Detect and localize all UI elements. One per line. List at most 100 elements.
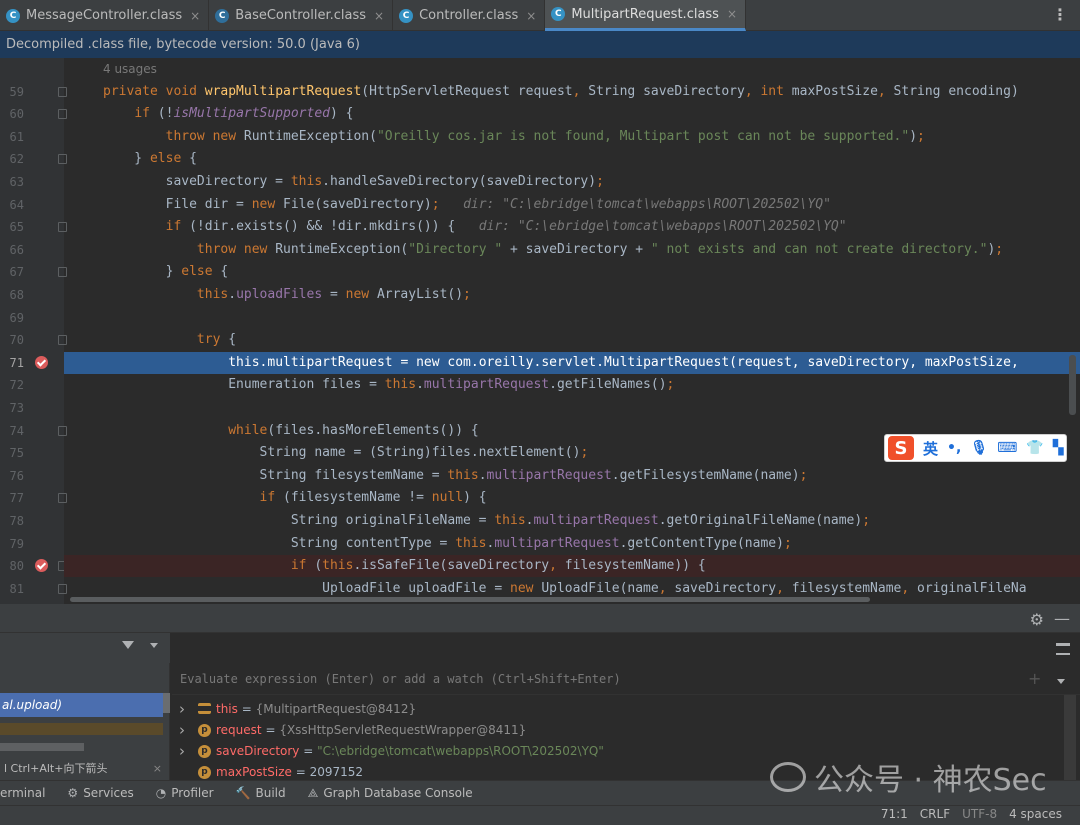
evaluate-expression-input[interactable]: Evaluate expression (Enter) or add a wat…	[172, 663, 1080, 695]
gutter-line[interactable]: 71	[0, 352, 64, 374]
chevron-down-icon[interactable]	[150, 643, 158, 648]
add-watch-icon[interactable]: +	[1028, 669, 1041, 688]
line-number: 79	[9, 536, 24, 551]
close-icon[interactable]: ×	[374, 9, 384, 23]
code-line[interactable]: File dir = new File(saveDirectory); dir:…	[64, 194, 1080, 216]
toolwindow-erminal[interactable]: erminal	[0, 786, 45, 800]
gutter-line[interactable]: 74	[0, 420, 67, 442]
editor-horizontal-scrollbar[interactable]	[70, 597, 870, 602]
line-number: 69	[9, 310, 24, 325]
gutter-line[interactable]: 80	[0, 555, 67, 577]
code-line[interactable]: throw new RuntimeException("Oreilly cos.…	[64, 126, 1080, 148]
close-icon[interactable]: ×	[190, 9, 200, 23]
code-editor[interactable]: 59 60 61 62 63 64 65 66 67 68 69 70 71 72 73 74 75 76 77 78…	[0, 58, 1080, 604]
frame-row[interactable]	[0, 723, 163, 735]
indent-setting[interactable]: 4 spaces	[1009, 807, 1062, 821]
tab-basecontroller-class[interactable]: C BaseController.class ×	[209, 0, 394, 31]
gutter-line[interactable]: 62	[0, 148, 67, 170]
gutter-line[interactable]: 77	[0, 487, 67, 509]
code-line[interactable]: throw new RuntimeException("Directory " …	[64, 239, 1080, 261]
code-line[interactable]: this.uploadFiles = new ArrayList();	[64, 284, 1080, 306]
gutter-line[interactable]: 63	[0, 171, 64, 193]
chevron-right-icon[interactable]: ›	[179, 720, 185, 741]
gear-icon[interactable]: ⚙	[1030, 610, 1044, 629]
close-icon[interactable]: ×	[153, 759, 162, 779]
code-line[interactable]: Enumeration files = this.multipartReques…	[64, 374, 1080, 396]
variable-value: "C:\ebridge\tomcat\webapps\ROOT\202502\Y…	[317, 744, 604, 758]
toolwindow-services[interactable]: ⚙ Services	[67, 786, 133, 800]
caret-position[interactable]: 71:1	[881, 807, 908, 821]
breakpoint-icon[interactable]	[35, 355, 48, 369]
code-line[interactable]: String contentType = this.multipartReque…	[64, 533, 1080, 555]
toolbox-icon[interactable]: ▚	[1053, 440, 1064, 456]
microphone-icon[interactable]: 🎙	[970, 440, 988, 456]
close-icon[interactable]: ×	[727, 7, 737, 21]
code-line[interactable]: if (this.isSafeFile(saveDirectory, files…	[64, 555, 1080, 578]
ime-language-toggle[interactable]: 英	[923, 438, 938, 459]
file-encoding[interactable]: UTF-8	[962, 807, 997, 821]
frames-list[interactable]: al.upload) l Ctrl+Alt+向下箭头 ×	[0, 663, 170, 780]
code-line[interactable]: try {	[64, 329, 1080, 351]
code-line[interactable]: private void wrapMultipartRequest(HttpSe…	[64, 81, 1080, 103]
skin-icon[interactable]: 👕	[1026, 440, 1043, 456]
editor-gutter[interactable]: 59 60 61 62 63 64 65 66 67 68 69 70 71 72 73 74 75 76 77 78…	[0, 58, 67, 604]
minimize-icon[interactable]: —	[1054, 609, 1070, 628]
code-line[interactable]: String originalFileName = this.multipart…	[64, 510, 1080, 532]
gutter-line[interactable]: 67	[0, 261, 67, 283]
filter-icon[interactable]	[122, 641, 134, 649]
variables-scrollbar[interactable]	[1064, 695, 1076, 780]
code-line[interactable]: } else {	[64, 261, 1080, 283]
close-icon[interactable]: ×	[526, 9, 536, 23]
tab-more-menu-icon[interactable]: ⋮	[1052, 6, 1068, 24]
code-line[interactable]: String filesystemName = this.multipartRe…	[64, 465, 1080, 487]
toolwindow-graph-database-console[interactable]: ⟁ Graph Database Console	[308, 786, 473, 801]
toolwindow-label: Build	[255, 786, 286, 800]
gutter-line[interactable]: 68	[0, 284, 64, 306]
chevron-right-icon[interactable]: ›	[179, 741, 185, 762]
variable-value: 2097152	[309, 765, 364, 779]
line-separator[interactable]: CRLF	[920, 807, 950, 821]
gutter-line[interactable]: 64	[0, 194, 64, 216]
usages-hint[interactable]: 4 usages	[64, 58, 1080, 80]
code-line[interactable]: this.multipartRequest = new com.oreilly.…	[64, 351, 1080, 374]
code-line[interactable]: if (!dir.exists() && !dir.mkdirs()) { di…	[64, 216, 1080, 238]
gutter-line[interactable]: 76	[0, 465, 64, 487]
frame-row[interactable]	[0, 743, 84, 751]
tab-messagecontroller-class[interactable]: C MessageController.class ×	[0, 0, 210, 31]
code-line[interactable]	[64, 307, 1080, 329]
keyboard-icon[interactable]: ⌨	[997, 440, 1017, 456]
gutter-line[interactable]: 72	[0, 374, 64, 396]
gutter-line[interactable]: 73	[0, 397, 64, 419]
gutter-line[interactable]: 81	[0, 578, 67, 600]
chevron-down-icon[interactable]	[1057, 679, 1065, 684]
gutter-line[interactable]: 59	[0, 81, 67, 103]
frames-scrollbar[interactable]	[163, 693, 170, 713]
code-line[interactable]: saveDirectory = this.handleSaveDirectory…	[64, 171, 1080, 193]
gutter-line[interactable]: 79	[0, 533, 64, 555]
toolwindow-build[interactable]: 🔨 Build	[236, 786, 286, 800]
code-line[interactable]: if (filesystemName != null) {	[64, 487, 1080, 509]
usages-label[interactable]: 4 usages	[103, 62, 157, 76]
code-line[interactable]: if (!isMultipartSupported) {	[64, 103, 1080, 125]
gutter-line[interactable]: 66	[0, 239, 64, 261]
code-line[interactable]: } else {	[64, 148, 1080, 170]
gutter-line[interactable]: 60	[0, 103, 67, 125]
toolwindow-profiler[interactable]: ◔ Profiler	[156, 786, 214, 800]
gutter-line[interactable]: 65	[0, 216, 67, 238]
ime-toolbar[interactable]: S 英 •, 🎙 ⌨ 👕 ▚	[884, 434, 1067, 462]
gutter-line[interactable]: 61	[0, 126, 64, 148]
layout-icon[interactable]	[1056, 643, 1070, 655]
code-line[interactable]	[64, 397, 1080, 419]
gutter-line[interactable]: 70	[0, 329, 67, 351]
tab-multipartrequest-class[interactable]: C MultipartRequest.class ×	[545, 0, 747, 31]
ime-logo-icon[interactable]: S	[888, 436, 914, 460]
breakpoint-icon[interactable]	[35, 559, 48, 573]
gutter-line[interactable]: 69	[0, 307, 64, 329]
chevron-right-icon[interactable]: ›	[179, 699, 185, 720]
editor-vertical-scrollbar[interactable]	[1069, 355, 1076, 415]
gutter-line[interactable]: 78	[0, 510, 64, 532]
punctuation-icon[interactable]: •,	[947, 440, 961, 456]
selected-frame[interactable]: al.upload)	[0, 693, 163, 717]
tab-controller-class[interactable]: C Controller.class ×	[393, 0, 546, 31]
gutter-line[interactable]: 75	[0, 442, 64, 464]
